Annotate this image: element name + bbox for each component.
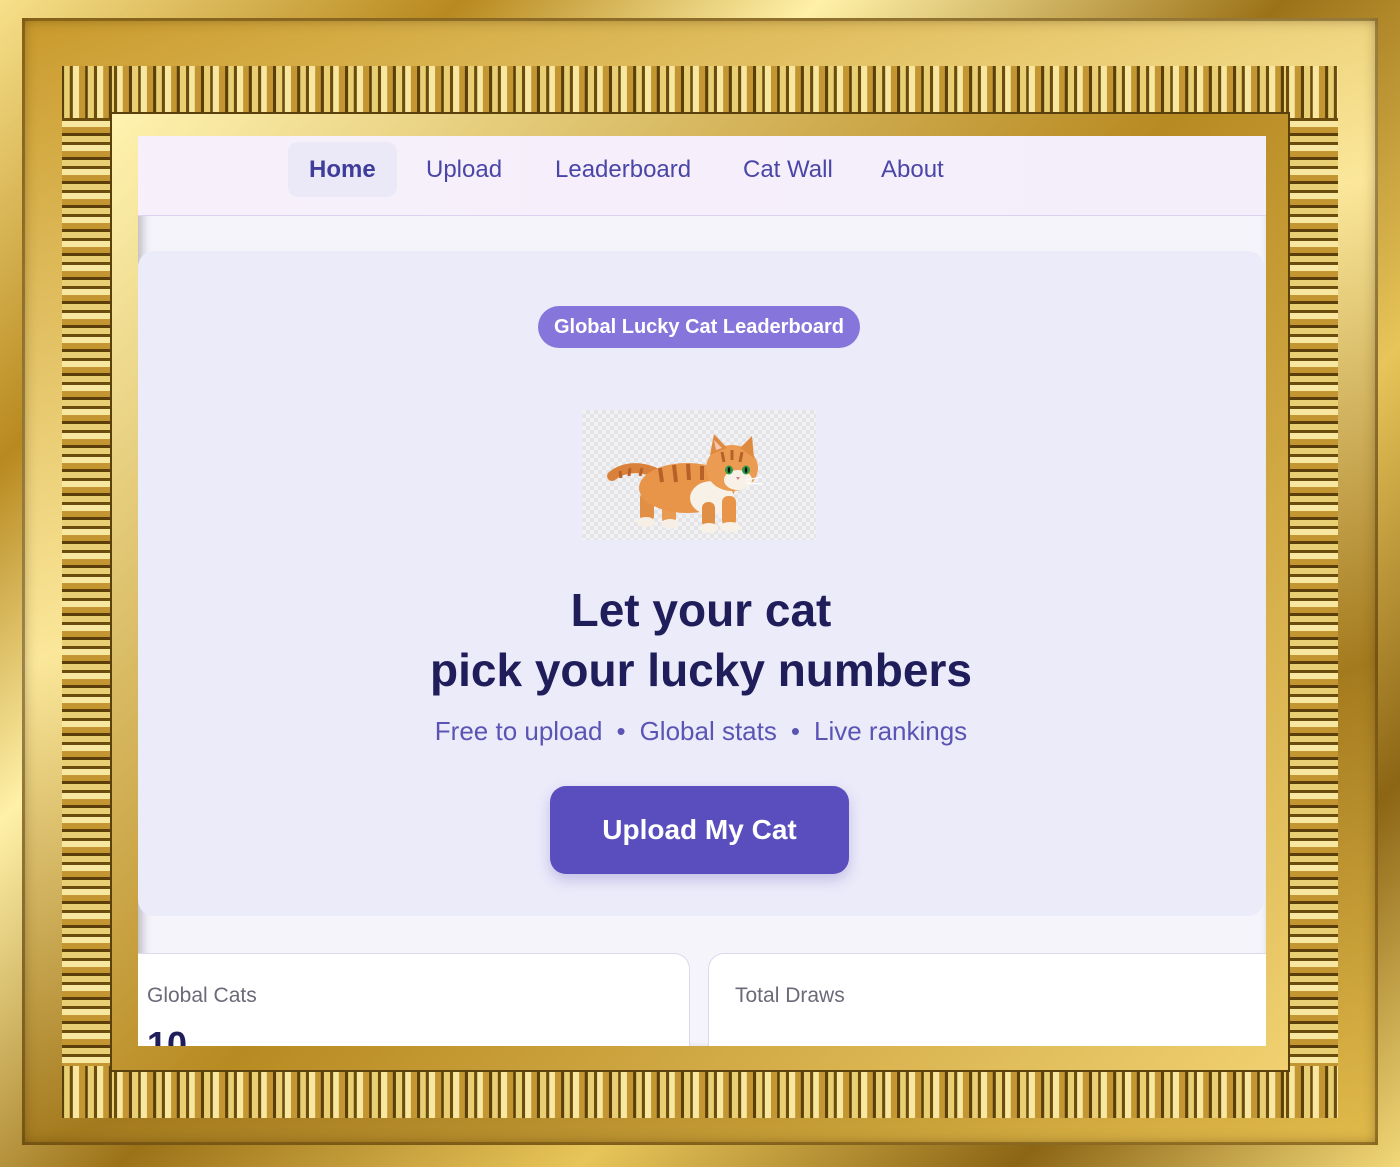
cat-icon: [607, 434, 764, 533]
upload-my-cat-button[interactable]: Upload My Cat: [550, 786, 849, 874]
top-navbar: Home Upload Leaderboard Cat Wall About: [138, 136, 1266, 216]
feature-global-stats: Global stats: [639, 716, 777, 746]
nav-upload[interactable]: Upload: [405, 142, 523, 197]
feature-live-rankings: Live rankings: [813, 716, 968, 746]
cat-illustration: [582, 410, 816, 540]
nav-cat-wall[interactable]: Cat Wall: [722, 142, 854, 197]
hero-section: Global Lucky Cat Leaderboard Let your ca…: [138, 251, 1264, 916]
leaderboard-badge: Global Lucky Cat Leaderboard: [538, 306, 860, 348]
global-cats-value: 10: [147, 1024, 188, 1046]
feature-list: Free to upload • Global stats • Live ranking…: [138, 716, 1264, 747]
nav-home[interactable]: Home: [288, 142, 397, 197]
app-viewport: Home Upload Leaderboard Cat Wall About G…: [138, 136, 1266, 1046]
hero-title-line-2: pick your lucky numbers: [430, 644, 972, 696]
global-cats-label: Global Cats: [147, 984, 257, 1007]
feature-separator: •: [616, 716, 626, 746]
feature-separator: •: [790, 716, 800, 746]
stat-card-global-cats: Global Cats 10: [138, 953, 690, 1046]
hero-title-line-1: Let your cat: [570, 584, 832, 636]
nav-about[interactable]: About: [860, 142, 965, 197]
nav-leaderboard[interactable]: Leaderboard: [534, 142, 712, 197]
total-draws-label: Total Draws: [735, 984, 845, 1007]
stat-card-total-draws: Total Draws: [708, 953, 1266, 1046]
feature-free-upload: Free to upload: [434, 716, 603, 746]
